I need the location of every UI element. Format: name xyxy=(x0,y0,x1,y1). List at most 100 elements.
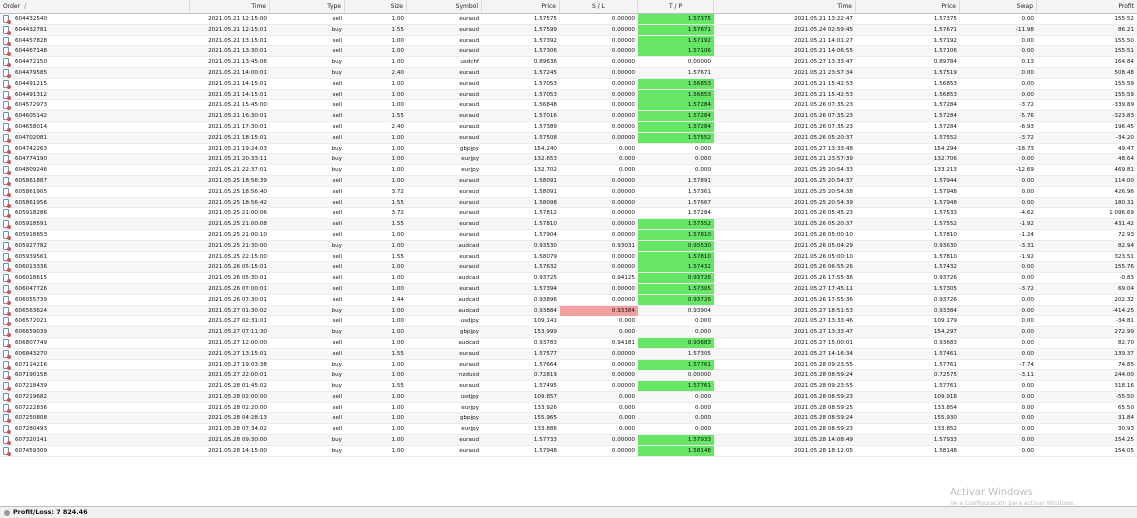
open-price-cell: 1.58091 xyxy=(533,188,557,195)
sort-indicator-icon: / xyxy=(24,3,27,10)
sl-cell: 0.00000 xyxy=(611,210,635,217)
close-price-cell: 0.93726 xyxy=(933,296,957,303)
table-row[interactable]: 604605142 2021.05.21 16:30:01 sell 1.55 eura… xyxy=(0,111,1137,122)
table-row[interactable]: 606659039 2021.05.27 07:11:30 buy 1.00 gbpjp… xyxy=(0,327,1137,338)
open-price-cell: 109.141 xyxy=(533,318,557,325)
close-time-cell: 2021.05.26 17:55:36 xyxy=(794,275,853,282)
close-price-cell: 1.57519 xyxy=(933,69,957,76)
open-time-cell: 2021.05.26 07:00:01 xyxy=(208,285,267,292)
table-row[interactable]: 607219682 2021.05.28 02:00:00 sell 1.00 usdj… xyxy=(0,391,1137,403)
symbol-cell: euraud xyxy=(459,37,479,44)
table-row[interactable]: 604572973 2021.05.21 15:45:00 sell 1.00 eura… xyxy=(0,100,1137,112)
table-row[interactable]: 607459309 2021.05.28 14:15:00 buy 1.00 eurau… xyxy=(0,445,1137,457)
table-row[interactable]: 604774190 2021.05.21 20:33:11 buy 1.00 eurjp… xyxy=(0,154,1137,166)
column-header-close-price[interactable]: Price xyxy=(856,0,960,13)
table-row[interactable]: 606018615 2021.05.26 05:30:01 sell 1.00 audc… xyxy=(0,273,1137,284)
order-closed-icon xyxy=(3,47,11,57)
column-header-price[interactable]: Price xyxy=(482,0,560,13)
sl-cell: 0.00000 xyxy=(611,80,635,87)
table-row[interactable]: 604491312 2021.05.21 14:15:01 sell 1.00 eura… xyxy=(0,89,1137,101)
table-row[interactable]: 605861887 2021.05.25 18:56:39 sell 1.00 eura… xyxy=(0,175,1137,187)
order-closed-icon xyxy=(3,166,11,176)
column-header-order[interactable]: Order / xyxy=(0,0,190,13)
profit-cell: 154.05 xyxy=(1114,447,1134,454)
type-cell: sell xyxy=(332,134,342,141)
column-header-time[interactable]: Time xyxy=(190,0,270,13)
column-header-sl[interactable]: S / L xyxy=(560,0,638,13)
profit-cell: 72.93 xyxy=(1117,231,1134,238)
table-row[interactable]: 605927782 2021.05.25 21:30:00 buy 1.00 audca… xyxy=(0,240,1137,252)
column-header-tp[interactable]: T / P xyxy=(638,0,714,13)
table-row[interactable]: 604809246 2021.05.21 22:37:01 buy 1.00 eurjp… xyxy=(0,165,1137,176)
table-row[interactable]: 607250808 2021.05.28 04:28:13 sell 1.00 gbpj… xyxy=(0,413,1137,425)
table-row[interactable]: 605861956 2021.05.25 18:56:42 sell 1.55 eura… xyxy=(0,197,1137,209)
table-row[interactable]: 604491215 2021.05.21 14:15:01 sell 1.00 eura… xyxy=(0,78,1137,90)
table-row[interactable]: 607320141 2021.05.28 09:30:00 buy 1.00 eurau… xyxy=(0,435,1137,446)
column-header-swap[interactable]: Swap xyxy=(960,0,1037,13)
order-closed-icon xyxy=(3,338,11,348)
order-cell: 606047726 xyxy=(15,285,48,292)
table-row[interactable]: 607222836 2021.05.28 02:20:00 sell 1.00 eurj… xyxy=(0,403,1137,414)
table-row[interactable]: 607218439 2021.05.28 01:45:02 buy 1.55 eurau… xyxy=(0,381,1137,392)
open-price-cell: 1.57810 xyxy=(533,221,557,228)
table-row[interactable]: 604432540 2021.05.21 12:15:00 sell 1.00 eura… xyxy=(0,14,1137,25)
size-cell: 1.55 xyxy=(391,221,404,228)
table-row[interactable]: 606013336 2021.05.26 05:15:01 sell 1.00 eura… xyxy=(0,262,1137,274)
table-row[interactable]: 604467148 2021.05.21 13:30:01 sell 1.00 eura… xyxy=(0,46,1137,58)
close-price-cell: 1.57761 xyxy=(933,383,957,390)
table-row[interactable]: 605939561 2021.05.25 22:15:00 sell 1.55 eura… xyxy=(0,251,1137,263)
table-row[interactable]: 604479585 2021.05.21 14:00:01 buy 2.40 eurau… xyxy=(0,67,1137,79)
table-row[interactable]: 606807749 2021.05.27 12:00:00 sell 1.00 audc… xyxy=(0,337,1137,349)
table-row[interactable]: 606843270 2021.05.27 13:15:01 sell 1.55 eura… xyxy=(0,348,1137,360)
order-closed-icon xyxy=(3,241,11,251)
table-row[interactable]: 605918591 2021.05.25 21:00:08 sell 1.55 eura… xyxy=(0,219,1137,230)
close-price-cell: 1.58148 xyxy=(933,447,957,454)
profit-cell: -323.83 xyxy=(1112,113,1134,120)
close-time-cell: 2021.05.25 20:54:37 xyxy=(794,177,853,184)
table-row[interactable]: 607114216 2021.05.27 19:03:38 buy 1.00 eurau… xyxy=(0,359,1137,371)
column-header-type[interactable]: Type xyxy=(270,0,345,13)
open-time-cell: 2021.05.26 05:30:01 xyxy=(208,275,267,282)
type-cell: sell xyxy=(332,426,342,433)
table-row[interactable]: 605861905 2021.05.25 18:56:40 sell 3.72 eura… xyxy=(0,187,1137,198)
column-header-size[interactable]: Size xyxy=(345,0,407,13)
sl-cell: 0.00000 xyxy=(611,221,635,228)
close-time-cell: 2021.05.21 15:42:53 xyxy=(794,80,853,87)
column-header-close-time[interactable]: Time xyxy=(714,0,856,13)
type-cell: sell xyxy=(332,404,342,411)
order-cell: 606843270 xyxy=(15,350,48,357)
swap-cell: -5.76 xyxy=(1019,113,1034,120)
size-cell: 2.40 xyxy=(391,123,404,130)
type-cell: buy xyxy=(331,383,342,390)
close-price-cell: 1.56853 xyxy=(933,80,957,87)
table-row[interactable]: 604432781 2021.05.21 12:15:01 buy 1.55 eurau… xyxy=(0,24,1137,36)
table-row[interactable]: 604457828 2021.05.21 13:15:01 sell 1.00 eura… xyxy=(0,35,1137,47)
table-row[interactable]: 606572021 2021.05.27 02:31:01 sell 1.00 usdj… xyxy=(0,316,1137,328)
table-row[interactable]: 606563624 2021.05.27 01:30:02 buy 1.00 audca… xyxy=(0,305,1137,317)
table-row[interactable]: 605918653 2021.05.25 21:00:10 sell 1.00 eura… xyxy=(0,229,1137,241)
type-cell: sell xyxy=(332,210,342,217)
table-row[interactable]: 607190158 2021.05.27 22:00:01 buy 1.00 nzdus… xyxy=(0,370,1137,382)
sl-cell: 0.000 xyxy=(618,415,635,422)
column-header-order-label: Order xyxy=(3,3,21,10)
table-row[interactable]: 604742263 2021.05.21 19:24:03 buy 1.00 gbpjp… xyxy=(0,144,1137,155)
table-row[interactable]: 604658014 2021.05.21 17:30:01 sell 2.40 eura… xyxy=(0,121,1137,133)
open-price-cell: 0.72819 xyxy=(533,372,557,379)
table-row[interactable]: 606055739 2021.05.26 07:30:01 sell 1.44 audc… xyxy=(0,294,1137,306)
open-price-cell: 1.57948 xyxy=(533,447,557,454)
type-cell: sell xyxy=(332,91,342,98)
type-cell: sell xyxy=(332,199,342,206)
order-cell: 604774190 xyxy=(15,156,48,163)
column-header-profit[interactable]: Profit xyxy=(1037,0,1137,13)
table-row[interactable]: 604702081 2021.05.21 18:15:01 sell 1.00 eura… xyxy=(0,132,1137,144)
profit-cell: 164.84 xyxy=(1114,59,1134,66)
close-time-cell: 2021.05.28 09:23:55 xyxy=(794,361,853,368)
table-row[interactable]: 604472150 2021.05.21 13:45:06 buy 1.00 usdch… xyxy=(0,57,1137,68)
table-row[interactable]: 606047726 2021.05.26 07:00:01 sell 1.00 eura… xyxy=(0,283,1137,295)
column-header-symbol[interactable]: Symbol xyxy=(407,0,482,13)
type-cell: sell xyxy=(332,253,342,260)
close-time-cell: 2021.05.27 14:16:34 xyxy=(794,350,853,357)
table-row[interactable]: 605918286 2021.05.25 21:00:06 sell 3.72 eura… xyxy=(0,208,1137,220)
table-row[interactable]: 607280493 2021.05.28 07:34:02 sell 1.00 eurj… xyxy=(0,424,1137,436)
order-closed-icon xyxy=(3,252,11,262)
